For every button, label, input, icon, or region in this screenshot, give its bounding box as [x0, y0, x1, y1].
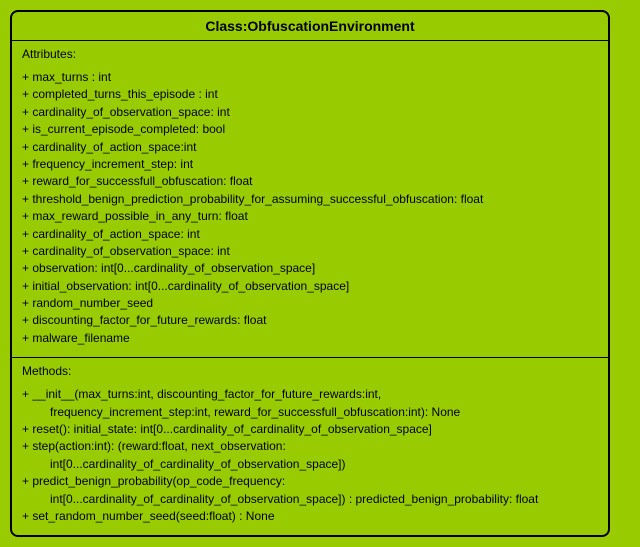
attribute-item: + threshold_benign_prediction_probabilit…	[22, 191, 598, 208]
attribute-item: + is_current_episode_completed: bool	[22, 121, 598, 138]
method-item: + predict_benign_probability(op_code_fre…	[22, 473, 598, 508]
class-header: Class:ObfuscationEnvironment	[12, 12, 608, 41]
attribute-item: + cardinality_of_action_space: int	[22, 226, 598, 243]
attribute-item: + malware_filename	[22, 330, 598, 347]
attribute-item: + cardinality_of_observation_space: int	[22, 104, 598, 121]
uml-class-box: Class:ObfuscationEnvironment Attributes:…	[10, 10, 610, 537]
methods-title: Methods:	[22, 364, 598, 378]
attribute-item: + initial_observation: int[0...cardinali…	[22, 278, 598, 295]
methods-section: Methods: + __init__(max_turns:int, disco…	[12, 358, 608, 535]
attribute-item: + cardinality_of_observation_space: int	[22, 243, 598, 260]
attribute-item: + reward_for_successfull_obfuscation: fl…	[22, 173, 598, 190]
methods-list: + __init__(max_turns:int, discounting_fa…	[22, 386, 598, 525]
class-name: Class:ObfuscationEnvironment	[205, 18, 414, 34]
attribute-item: + completed_turns_this_episode : int	[22, 86, 598, 103]
attribute-item: + cardinality_of_action_space:int	[22, 139, 598, 156]
method-item: + reset(): initial_state: int[0...cardin…	[22, 421, 598, 438]
attributes-title: Attributes:	[22, 47, 598, 61]
method-item: + __init__(max_turns:int, discounting_fa…	[22, 386, 598, 421]
attribute-item: + max_reward_possible_in_any_turn: float	[22, 208, 598, 225]
attribute-item: + max_turns : int	[22, 69, 598, 86]
attribute-item: + observation: int[0...cardinality_of_ob…	[22, 260, 598, 277]
attribute-item: + frequency_increment_step: int	[22, 156, 598, 173]
method-item: + step(action:int): (reward:float, next_…	[22, 438, 598, 473]
attribute-item: + discounting_factor_for_future_rewards:…	[22, 312, 598, 329]
attributes-list: + max_turns : int+ completed_turns_this_…	[22, 69, 598, 347]
attribute-item: + random_number_seed	[22, 295, 598, 312]
attributes-section: Attributes: + max_turns : int+ completed…	[12, 41, 608, 358]
method-item: + set_random_number_seed(seed:float) : N…	[22, 508, 598, 525]
